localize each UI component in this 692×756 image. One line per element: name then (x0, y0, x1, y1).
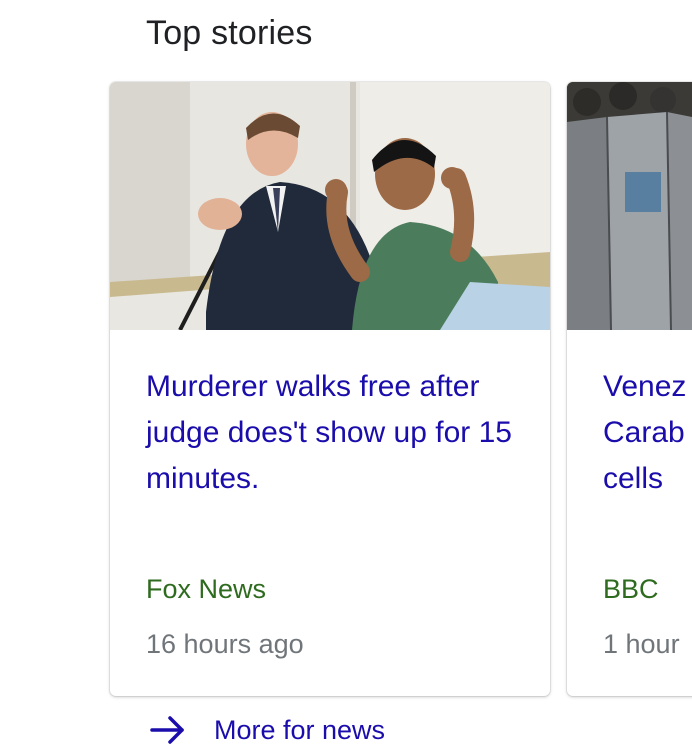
section-title: Top stories (146, 14, 313, 52)
more-for-news-label: More for news (214, 714, 386, 745)
news-card[interactable]: Murderer walks free after judge does't s… (110, 82, 550, 696)
arrow-right-icon (150, 716, 184, 744)
news-timestamp: 1 hour (603, 629, 680, 659)
news-thumbnail[interactable] (110, 82, 550, 330)
news-source: BBC (603, 574, 659, 604)
news-source: Fox News (146, 574, 267, 604)
news-headline[interactable]: Murderer walks free after judge does't s… (146, 364, 526, 502)
news-timestamp: 16 hours ago (146, 629, 304, 659)
news-card[interactable]: Venez Carab cells BBC 1 hour (567, 82, 692, 696)
more-for-news-link[interactable]: More for news (150, 714, 385, 746)
news-thumbnail[interactable] (567, 82, 692, 330)
search-results-page: Top stories Murderer walks free after ju… (0, 0, 692, 756)
news-headline[interactable]: Venez Carab cells (603, 364, 692, 502)
